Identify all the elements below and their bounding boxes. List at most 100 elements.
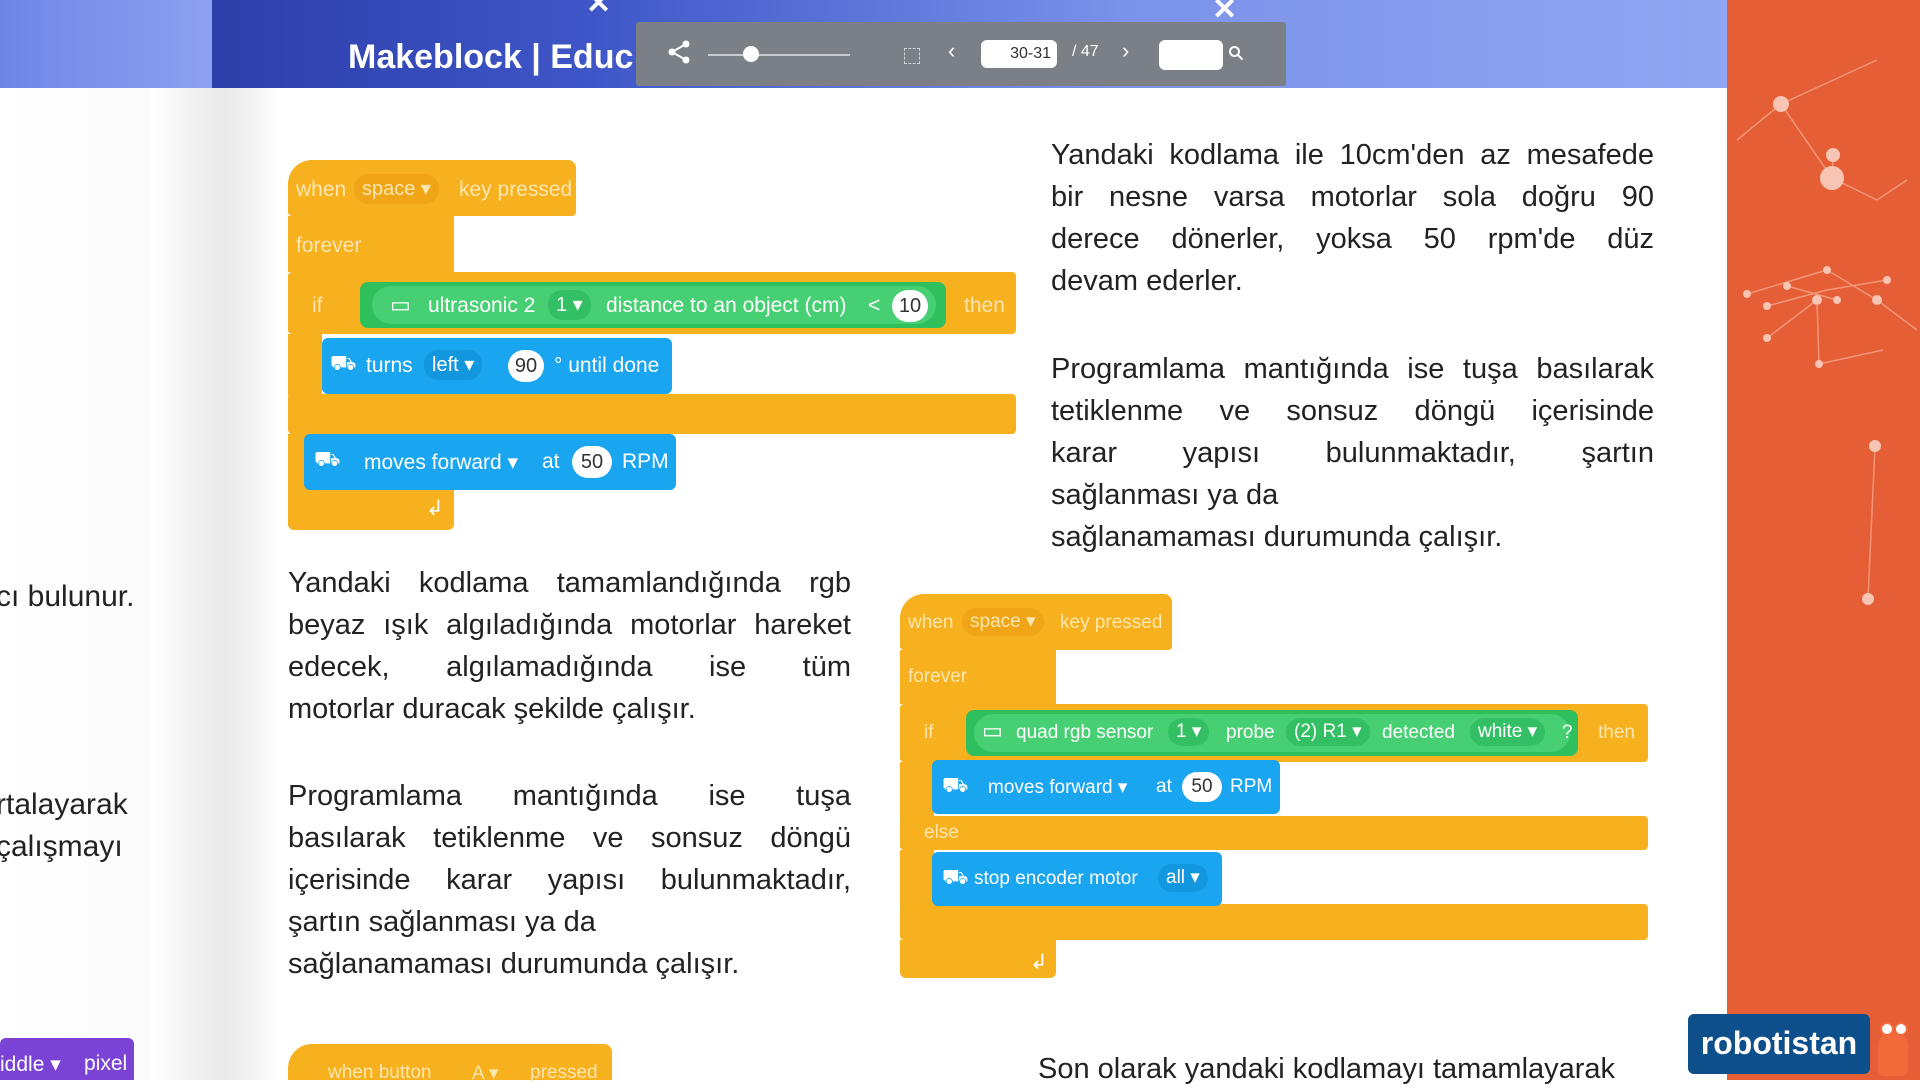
probe-label: probe xyxy=(1226,722,1275,743)
robot-icon: ⛟ xyxy=(330,352,357,375)
pressed-label: pressed xyxy=(530,1062,598,1083)
text-line: bir nesne varsa motorlar sola doğru 90 xyxy=(1051,181,1654,213)
key-pressed-label: key pressed xyxy=(1060,612,1163,633)
text-line: motorlar duracak şekilde çalışır. xyxy=(288,693,696,725)
when-label: when xyxy=(296,178,347,201)
page-total: / 47 xyxy=(1072,43,1099,60)
question-label: ? xyxy=(1562,722,1573,743)
left-page-text-line: rtalayarak xyxy=(0,788,128,821)
paragraph-ultrasonic: Yandaki kodlama ile 10cm'den az mesafede… xyxy=(1051,134,1654,302)
pixel-block: iddle ▾ pixel xyxy=(0,1038,134,1080)
text-line: devam ederler. xyxy=(1051,265,1243,297)
angle-input[interactable]: 90 xyxy=(508,350,544,382)
left-page-text-line: çalışmayı xyxy=(0,830,123,863)
text-line: basılarak tetiklenme ve sonsuz döngü xyxy=(288,822,851,854)
paragraph-rgb: Yandaki kodlama tamamlandığında rgb beya… xyxy=(288,562,851,730)
text-line: Yandaki kodlama tamamlandığında rgb xyxy=(288,567,851,599)
forever-label: forever xyxy=(296,234,362,257)
search-icon[interactable] xyxy=(1228,45,1244,61)
zoom-slider-knob[interactable] xyxy=(742,46,759,62)
moves-label: moves forward ▾ xyxy=(988,777,1128,798)
stop-label: stop encoder motor xyxy=(974,868,1138,889)
port-dropdown[interactable]: 1 ▾ xyxy=(1168,718,1210,746)
share-icon[interactable] xyxy=(664,37,694,67)
text-line: sağlanamaması durumunda çalışır. xyxy=(288,948,740,980)
if-block-side xyxy=(288,334,322,396)
pixel-dropdown: iddle ▾ xyxy=(0,1053,61,1076)
detected-label: detected xyxy=(1382,722,1455,743)
robotistan-logo: robotistan xyxy=(1688,1014,1870,1074)
if-label: if xyxy=(924,722,934,743)
paragraph-final: Son olarak yandaki kodlamayı tamamlayara… xyxy=(1038,1048,1658,1090)
text-line: sağlanması ya da xyxy=(1051,479,1279,511)
motor-dropdown[interactable]: all ▾ xyxy=(1158,864,1208,892)
if-block-end xyxy=(288,394,1016,434)
loop-arrow-icon: ↲ xyxy=(1030,951,1048,974)
network-decor-icon xyxy=(1736,59,1918,605)
when-button-label: when button xyxy=(328,1062,432,1083)
mascot-icon xyxy=(1874,1018,1910,1078)
else-block xyxy=(900,816,1648,850)
search-input[interactable] xyxy=(1159,40,1223,70)
text-line: Son olarak yandaki kodlamayı tamamlayara… xyxy=(1038,1053,1616,1085)
text-line: Programlama mantığında ise tuşa basılara… xyxy=(1051,353,1654,385)
viewer-toolbar: ‹ / 47 › xyxy=(636,22,1286,86)
text-line: sağlanamaması durumunda çalışır. xyxy=(1051,521,1503,553)
page-number-input[interactable] xyxy=(981,40,1057,68)
key-dropdown[interactable]: space ▾ xyxy=(962,608,1044,636)
banner-title: Makeblock | Educ xyxy=(348,38,634,76)
color-dropdown[interactable]: white ▾ xyxy=(1470,718,1546,746)
pixel-label: pixel xyxy=(84,1052,128,1075)
prev-page-icon[interactable]: ‹ xyxy=(948,38,955,64)
hat-block-button: when button A ▾ pressed xyxy=(288,1044,612,1084)
turns-label: turns xyxy=(366,354,413,377)
next-page-icon[interactable]: › xyxy=(1122,38,1129,64)
port-dropdown[interactable]: 1 ▾ xyxy=(548,290,591,320)
at-label: at xyxy=(1156,776,1172,797)
robot-icon: ⛟ xyxy=(942,866,969,889)
loop-arrow-icon: ↲ xyxy=(426,497,444,520)
then-label: then xyxy=(964,294,1005,317)
rpm-input[interactable]: 50 xyxy=(572,446,612,478)
fullscreen-icon[interactable] xyxy=(904,48,920,64)
key-pressed-label: key pressed xyxy=(459,178,573,201)
text-line: Programlama mantığında ise tuşa xyxy=(288,780,851,812)
decor-x-icon: ✕ xyxy=(586,0,612,20)
text-line: beyaz ışık algıladığında motorlar hareke… xyxy=(288,609,851,641)
text-line: karar yapısı bulunmaktadır, şartın xyxy=(1051,437,1654,469)
key-dropdown[interactable]: space ▾ xyxy=(354,174,439,204)
else-side xyxy=(900,850,934,906)
sensor-name: ultrasonic 2 xyxy=(428,294,536,317)
then-label: then xyxy=(1598,722,1635,743)
measure-label: distance to an object (cm) xyxy=(606,294,847,317)
left-page-header xyxy=(0,0,212,88)
robot-icon: ⛟ xyxy=(942,774,969,797)
moves-label: moves forward ▾ xyxy=(364,451,519,474)
rpm-label: RPM xyxy=(1230,776,1273,797)
button-dropdown[interactable]: A ▾ xyxy=(472,1062,498,1085)
paragraph-logic-2: Programlama mantığında ise tuşa basılara… xyxy=(288,775,851,985)
if-end xyxy=(900,904,1648,940)
text-line: derece dönerler, yoksa 50 rpm'de düz xyxy=(1051,223,1654,255)
sensor-icon: ▭ xyxy=(982,718,1003,743)
forever-label: forever xyxy=(908,666,968,687)
rpm-label: RPM xyxy=(622,450,669,473)
direction-dropdown[interactable]: left ▾ xyxy=(424,350,483,380)
rpm-input[interactable]: 50 xyxy=(1182,772,1222,802)
text-line: Yandaki kodlama ile 10cm'den az mesafede xyxy=(1051,139,1654,171)
text-line: tetiklenme ve sonsuz döngü içerisinde xyxy=(1051,395,1654,427)
less-than-label: < xyxy=(868,294,881,317)
sensor-name: quad rgb sensor xyxy=(1016,722,1154,743)
zoom-slider[interactable] xyxy=(708,54,850,56)
side-decor-panel xyxy=(1727,0,1920,1080)
until-done-label: ° until done xyxy=(554,354,660,377)
if-label: if xyxy=(312,294,323,317)
page-gutter-shadow xyxy=(150,88,280,1080)
text-line: şartın sağlanması ya da xyxy=(288,906,596,938)
threshold-input[interactable]: 10 xyxy=(892,290,928,322)
if-block-side xyxy=(900,762,934,818)
at-label: at xyxy=(542,450,560,473)
sensor-icon: ▭ xyxy=(390,292,411,317)
else-label: else xyxy=(924,822,959,843)
probe-dropdown[interactable]: (2) R1 ▾ xyxy=(1286,718,1370,746)
